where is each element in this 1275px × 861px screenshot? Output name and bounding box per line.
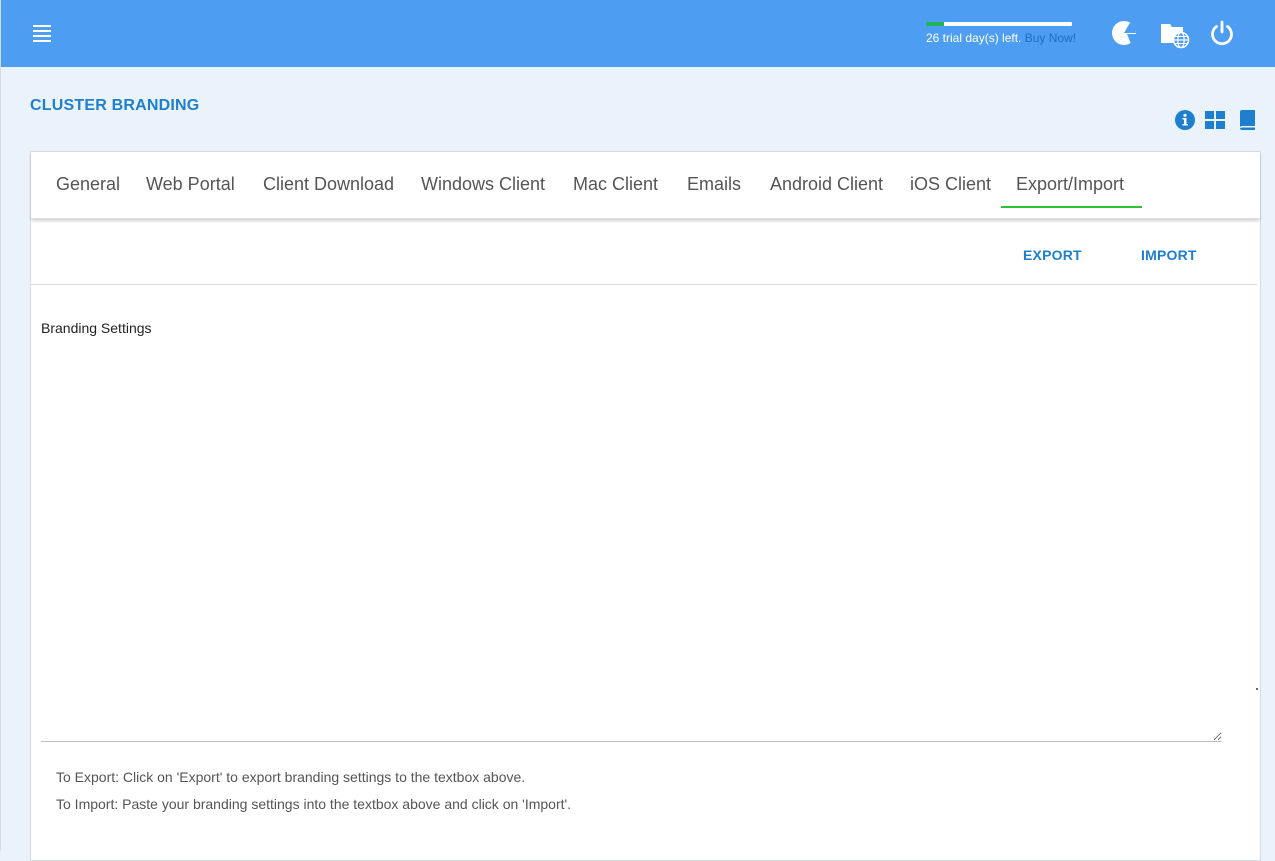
branding-settings-textarea[interactable] [41, 342, 1222, 742]
trial-progress-fill [926, 22, 944, 26]
action-row: EXPORT IMPORT [31, 222, 1257, 285]
buy-now-link[interactable]: Buy Now! [1025, 31, 1076, 45]
tab-ios-client[interactable]: iOS Client [910, 174, 991, 195]
info-icon[interactable] [1174, 109, 1196, 131]
book-icon[interactable] [1236, 109, 1258, 131]
export-button[interactable]: EXPORT [1023, 247, 1082, 263]
trial-days-left: 26 trial day(s) left. [926, 31, 1022, 45]
folder-globe-icon[interactable] [1159, 19, 1191, 49]
trial-text: 26 trial day(s) left. Buy Now! [926, 31, 1076, 45]
import-help-text: To Import: Paste your branding settings … [56, 796, 572, 812]
branding-card: General Web Portal Client Download Windo… [30, 151, 1261, 861]
tab-android-client[interactable]: Android Client [770, 174, 883, 195]
pie-chart-icon[interactable] [1111, 19, 1139, 47]
trial-status: 26 trial day(s) left. Buy Now! [926, 22, 1076, 45]
tab-client-download[interactable]: Client Download [263, 174, 394, 195]
tab-mac-client[interactable]: Mac Client [573, 174, 658, 195]
tab-web-portal[interactable]: Web Portal [146, 174, 235, 195]
tab-emails[interactable]: Emails [687, 174, 741, 195]
page-title: CLUSTER BRANDING [30, 97, 200, 114]
branding-settings-label: Branding Settings [41, 320, 152, 336]
hamburger-menu-icon[interactable] [33, 25, 51, 42]
top-bar: 26 trial day(s) left. Buy Now! [1, 0, 1275, 67]
export-help-text: To Export: Click on 'Export' to export b… [56, 769, 526, 785]
scroll-marker [1256, 688, 1258, 690]
trial-progress-bar [926, 22, 1072, 26]
grid-icon[interactable] [1204, 109, 1226, 131]
active-tab-indicator [1001, 206, 1142, 208]
import-button[interactable]: IMPORT [1141, 247, 1197, 263]
tab-export-import[interactable]: Export/Import [1016, 174, 1124, 195]
tab-bar: General Web Portal Client Download Windo… [31, 152, 1260, 219]
power-icon[interactable] [1208, 19, 1236, 47]
tab-general[interactable]: General [56, 174, 120, 195]
tab-windows-client[interactable]: Windows Client [421, 174, 545, 195]
